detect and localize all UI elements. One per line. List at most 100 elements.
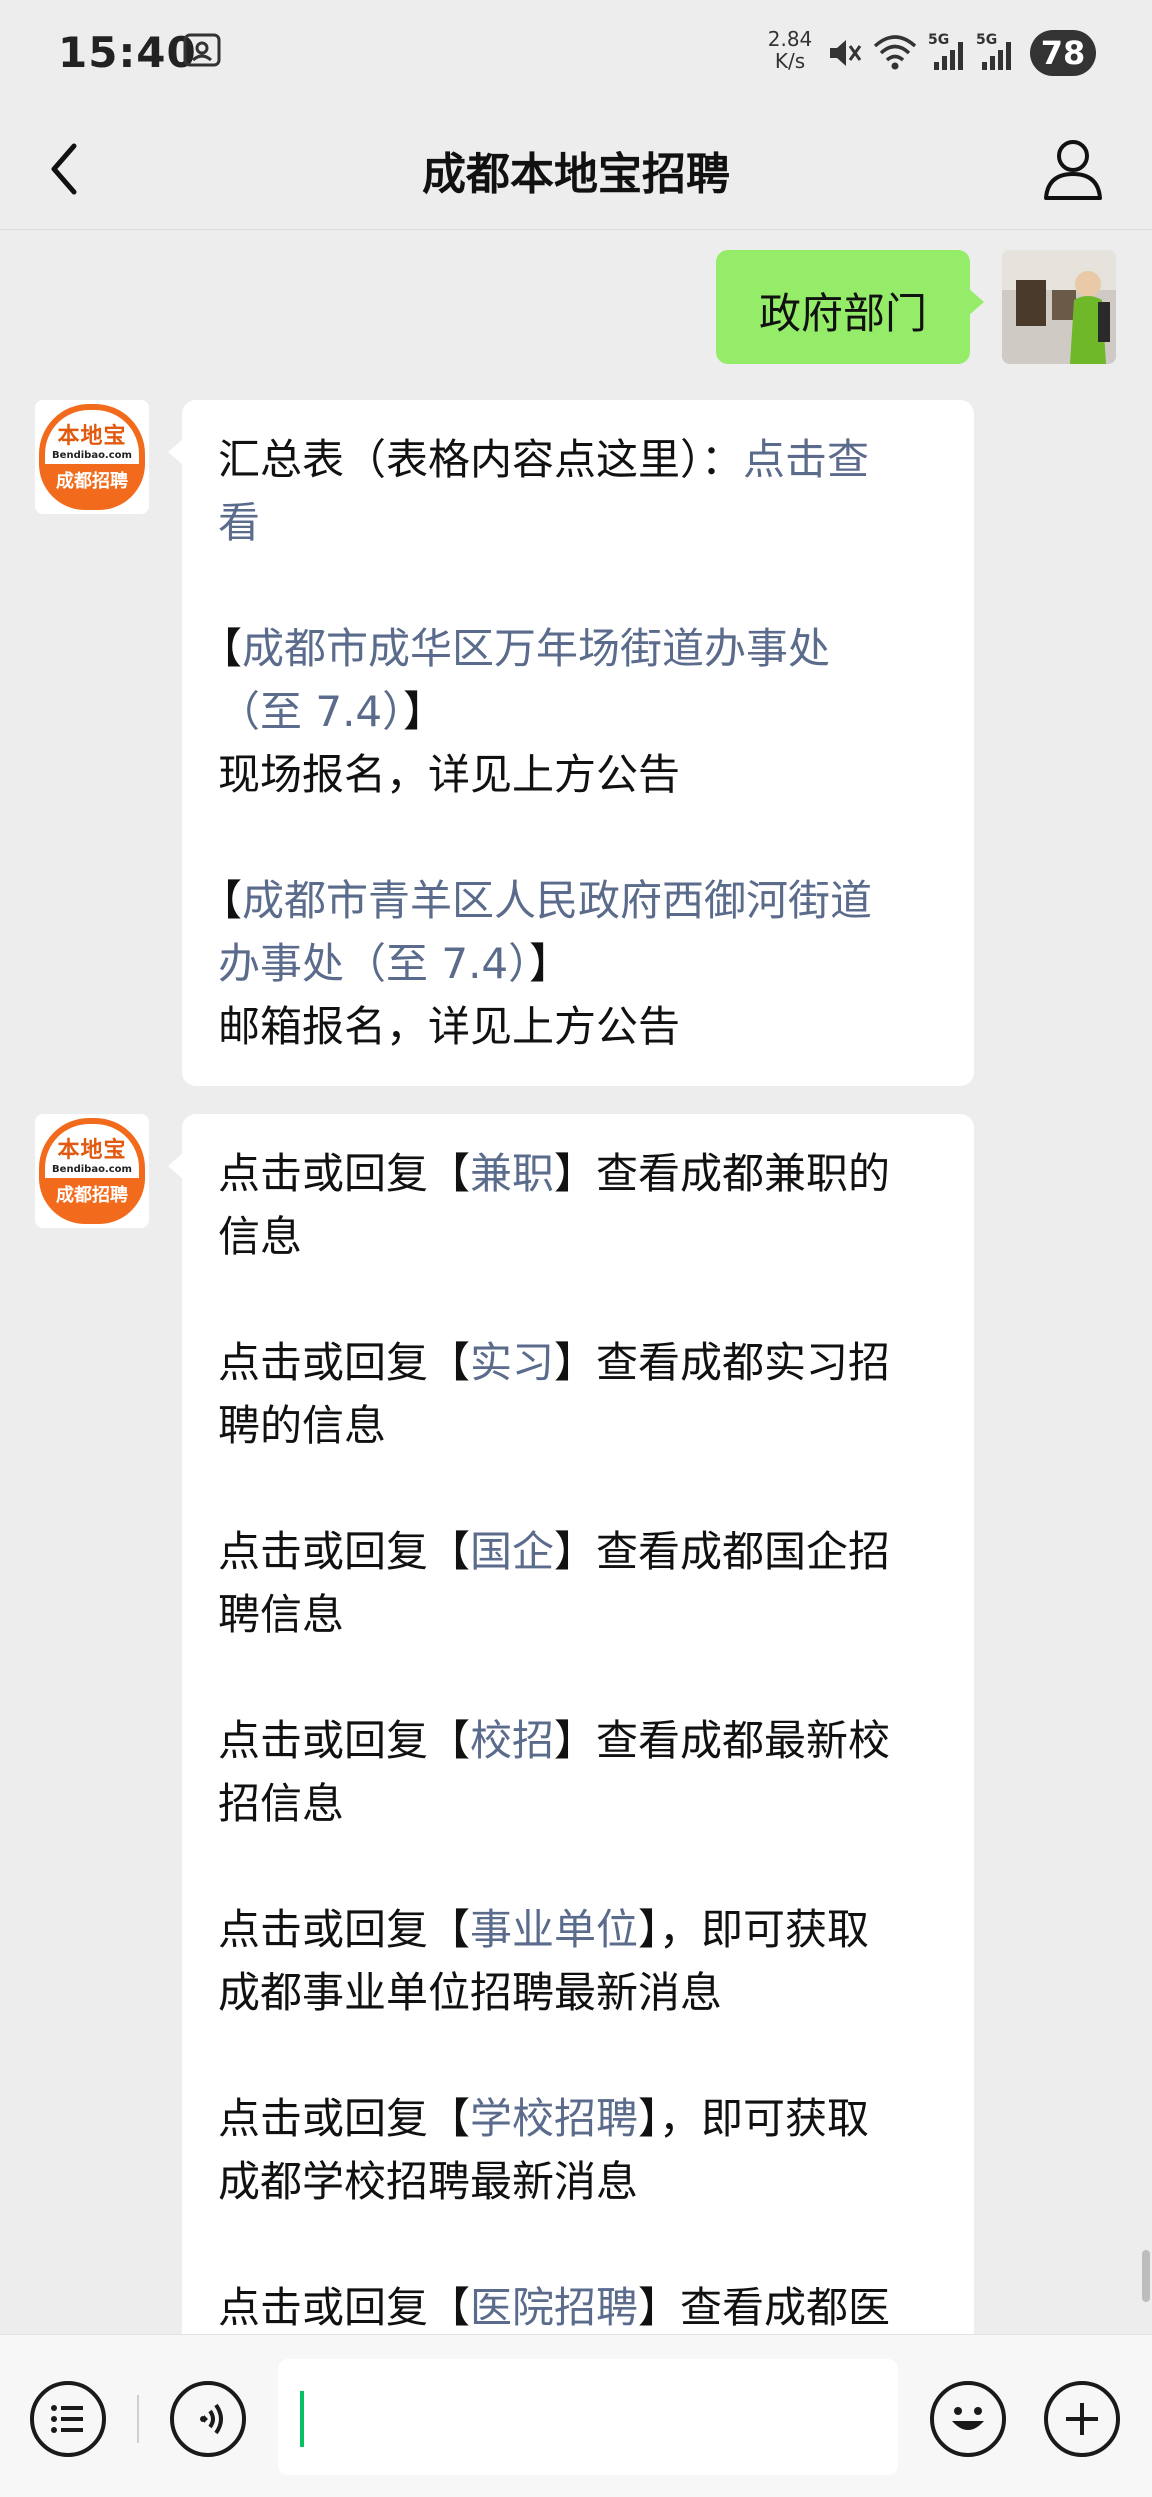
keyword-list: 点击或回复【兼职】查看成都兼职的 信息 点击或回复【实习】查看成都实习招 聘的信息 点击…	[218, 1142, 938, 2339]
summary-link-cont[interactable]: 看	[218, 498, 260, 547]
keyword-line: 点击或回复【学校招聘】，即可获取	[218, 2087, 938, 2150]
keyword-suffix: 】查看成都医	[638, 2283, 891, 2332]
keyword-suffix: 】查看成都兼职的	[554, 1149, 891, 1198]
item2-link[interactable]: 成都市青羊区人民政府西御河街道	[242, 876, 872, 925]
keyword-link[interactable]: 实习	[470, 1338, 554, 1387]
keyword-line: 点击或回复【校招】查看成都最新校	[218, 1709, 938, 1772]
item2-title-line: 【成都市青羊区人民政府西御河街道	[200, 869, 938, 932]
summary-line: 汇总表（表格内容点这里）：点击查	[218, 428, 938, 491]
item1-link[interactable]: 成都市成华区万年场街道办事处	[242, 624, 830, 673]
summary-prefix: 汇总表（表格内容点这里）：	[218, 435, 744, 484]
bracket-close: 】	[529, 939, 572, 988]
item1-link-cont[interactable]: （至 7.4）	[218, 687, 403, 736]
signal-5g-icon: 5G	[976, 32, 1011, 70]
profile-icon[interactable]	[1040, 134, 1106, 206]
logo-top: 本地宝 Bendibao.com	[39, 404, 145, 466]
plus-icon	[1066, 2403, 1098, 2435]
summary-link[interactable]: 点击查	[743, 435, 869, 484]
item2-title-line-cont: 办事处（至 7.4）】	[218, 932, 938, 995]
item1-title-line: 【成都市成华区万年场街道办事处	[200, 617, 938, 680]
keyword-line: 点击或回复【国企】查看成都国企招	[218, 1520, 938, 1583]
voice-icon	[200, 2403, 223, 2435]
message-bubble-2: 点击或回复【兼职】查看成都兼职的 信息 点击或回复【实习】查看成都实习招 聘的信息 点击…	[168, 1114, 974, 2344]
nav-bar: 成都本地宝招聘	[0, 110, 1152, 230]
menu-button[interactable]	[30, 2381, 106, 2457]
more-button[interactable]	[1044, 2381, 1120, 2457]
keyword-line-cont: 招信息	[218, 1779, 345, 1828]
item2-desc: 邮箱报名，详见上方公告	[218, 1002, 681, 1051]
net-speed-unit: K/s	[774, 49, 806, 73]
logo-tag: 成都招聘	[39, 464, 145, 510]
summary-line-cont: 看	[218, 491, 938, 554]
net-speed: 2.84 K/s	[760, 28, 820, 72]
chat-title: 成都本地宝招聘	[422, 149, 730, 200]
keyword-prefix: 点击或回复【	[218, 2283, 471, 2332]
keyword-line: 点击或回复【实习】查看成都实习招	[218, 1331, 938, 1394]
menu-list-icon	[51, 2405, 83, 2433]
status-time: 15:40	[58, 28, 197, 77]
text-cursor	[300, 2391, 304, 2447]
keyword-prefix: 点击或回复【	[218, 1149, 471, 1198]
divider	[137, 2395, 139, 2443]
keyword-line: 点击或回复【兼职】查看成都兼职的	[218, 1142, 938, 1205]
keyword-link[interactable]: 校招	[470, 1716, 554, 1765]
svg-text:5G: 5G	[928, 32, 949, 48]
keyword-suffix: 】查看成都实习招	[554, 1338, 891, 1387]
keyword-line-cont: 聘信息	[218, 1590, 345, 1639]
item2-link-cont[interactable]: 办事处（至 7.4）	[218, 939, 529, 988]
logo-brand: 本地宝	[57, 1138, 127, 1163]
logo-brand: 本地宝	[57, 424, 127, 449]
keyword-line-cont: 成都学校招聘最新消息	[218, 2157, 639, 2206]
screen-record-icon	[183, 33, 221, 67]
keyword-prefix: 点击或回复【	[218, 1527, 471, 1576]
item1-title-line-cont: （至 7.4）】	[218, 680, 938, 743]
keyword-line-cont: 信息	[218, 1212, 303, 1261]
keyword-link[interactable]: 事业单位	[470, 1905, 638, 1954]
message-bubble-1: 汇总表（表格内容点这里）：点击查 看 【成都市成华区万年场街道办事处 （至 7.…	[168, 400, 974, 1086]
net-speed-value: 2.84	[767, 27, 813, 51]
emoji-icon	[952, 2407, 984, 2430]
battery-icon: 78	[1030, 30, 1096, 76]
keyword-suffix: 】，即可获取	[638, 2094, 870, 2143]
keyword-prefix: 点击或回复【	[218, 2094, 471, 2143]
bracket-close: 】	[403, 687, 446, 736]
keyword-line-cont: 聘的信息	[218, 1401, 387, 1450]
keyword-link[interactable]: 医院招聘	[470, 2283, 638, 2332]
keyword-link[interactable]: 兼职	[470, 1149, 554, 1198]
logo-url: Bendibao.com	[52, 450, 132, 461]
official-account-avatar[interactable]: 本地宝 Bendibao.com 成都招聘	[35, 400, 149, 514]
status-bar: 15:40 2.84 K/s 5G 5G 78	[0, 0, 1152, 110]
wifi-icon	[873, 35, 917, 70]
keyword-suffix: 】，即可获取	[638, 1905, 870, 1954]
logo-tag: 成都招聘	[39, 1178, 145, 1224]
official-account-avatar[interactable]: 本地宝 Bendibao.com 成都招聘	[35, 1114, 149, 1228]
keyword-line: 点击或回复【医院招聘】查看成都医	[218, 2276, 938, 2339]
message-input[interactable]	[278, 2359, 898, 2475]
nav-divider	[0, 229, 1152, 230]
logo-top: 本地宝 Bendibao.com	[39, 1118, 145, 1180]
mute-icon	[830, 40, 862, 66]
avatar-photo	[1002, 250, 1116, 364]
keyword-line: 点击或回复【事业单位】，即可获取	[218, 1898, 938, 1961]
signal-5g-icon: 5G	[928, 32, 963, 70]
my-avatar[interactable]	[1002, 250, 1116, 364]
keyword-line-cont: 成都事业单位招聘最新消息	[218, 1968, 723, 2017]
keyword-prefix: 点击或回复【	[218, 1905, 471, 1954]
sent-message-bubble[interactable]: 政府部门	[716, 250, 984, 364]
keyword-link[interactable]: 国企	[470, 1527, 554, 1576]
bracket-open: 【	[200, 624, 243, 673]
keyword-suffix: 】查看成都最新校	[554, 1716, 891, 1765]
keyword-link[interactable]: 学校招聘	[470, 2094, 638, 2143]
keyword-prefix: 点击或回复【	[218, 1716, 471, 1765]
keyword-prefix: 点击或回复【	[218, 1338, 471, 1387]
logo-url: Bendibao.com	[52, 1164, 132, 1175]
voice-button[interactable]	[170, 2381, 246, 2457]
emoji-button[interactable]	[930, 2381, 1006, 2457]
bracket-open: 【	[200, 876, 243, 925]
sent-message-text: 政府部门	[758, 289, 927, 338]
item1-desc: 现场报名，详见上方公告	[218, 750, 681, 799]
input-bar	[0, 2334, 1152, 2497]
scrollbar[interactable]	[1142, 2250, 1150, 2302]
svg-text:5G: 5G	[976, 32, 997, 48]
keyword-suffix: 】查看成都国企招	[554, 1527, 891, 1576]
